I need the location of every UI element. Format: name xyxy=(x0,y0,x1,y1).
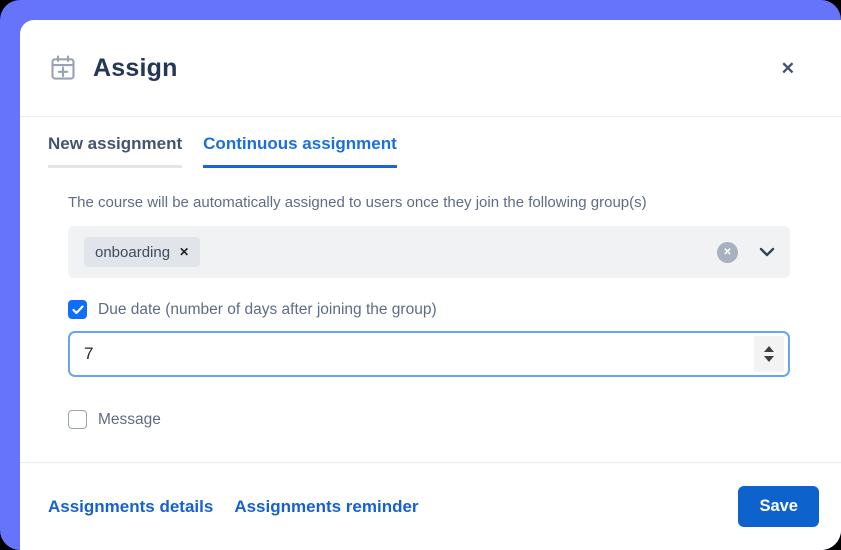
assignments-reminder-link[interactable]: Assignments reminder xyxy=(234,497,418,517)
due-date-input[interactable] xyxy=(84,344,754,364)
due-date-label: Due date (number of days after joining t… xyxy=(98,301,437,319)
stepper-up-icon[interactable] xyxy=(764,346,774,352)
modal-header: Assign ✕ xyxy=(20,20,841,117)
modal-footer: Assignments details Assignments reminder… xyxy=(20,462,841,550)
tab-new-assignment[interactable]: New assignment xyxy=(48,134,182,168)
group-assign-description: The course will be automatically assigne… xyxy=(68,194,790,211)
close-icon[interactable]: ✕ xyxy=(777,56,799,81)
remove-tag-icon[interactable]: ✕ xyxy=(179,245,189,259)
clear-selection-icon[interactable]: ✕ xyxy=(717,242,738,263)
group-tag: onboarding ✕ xyxy=(84,237,200,267)
page-title: Assign xyxy=(93,54,777,83)
screen-background: Assign ✕ New assignment Continuous assig… xyxy=(0,0,841,550)
modal-body: The course will be automatically assigne… xyxy=(20,168,841,429)
number-stepper[interactable] xyxy=(754,336,784,372)
checkmark-icon xyxy=(72,305,84,315)
assign-modal: Assign ✕ New assignment Continuous assig… xyxy=(20,20,841,550)
message-label: Message xyxy=(98,411,161,429)
calendar-plus-icon xyxy=(48,53,78,83)
tab-bar: New assignment Continuous assignment xyxy=(48,134,813,168)
chevron-down-icon[interactable] xyxy=(759,247,775,257)
group-tag-label: onboarding xyxy=(95,244,170,261)
tab-continuous-assignment[interactable]: Continuous assignment xyxy=(203,134,397,168)
due-date-input-wrap xyxy=(68,331,790,377)
message-checkbox-row[interactable]: Message xyxy=(68,410,790,429)
due-date-checkbox[interactable] xyxy=(68,300,87,319)
assignments-details-link[interactable]: Assignments details xyxy=(48,497,213,517)
group-select-field[interactable]: onboarding ✕ ✕ xyxy=(68,226,790,278)
due-date-checkbox-row[interactable]: Due date (number of days after joining t… xyxy=(68,300,790,319)
message-checkbox[interactable] xyxy=(68,410,87,429)
save-button[interactable]: Save xyxy=(738,486,819,527)
stepper-down-icon[interactable] xyxy=(764,356,774,362)
